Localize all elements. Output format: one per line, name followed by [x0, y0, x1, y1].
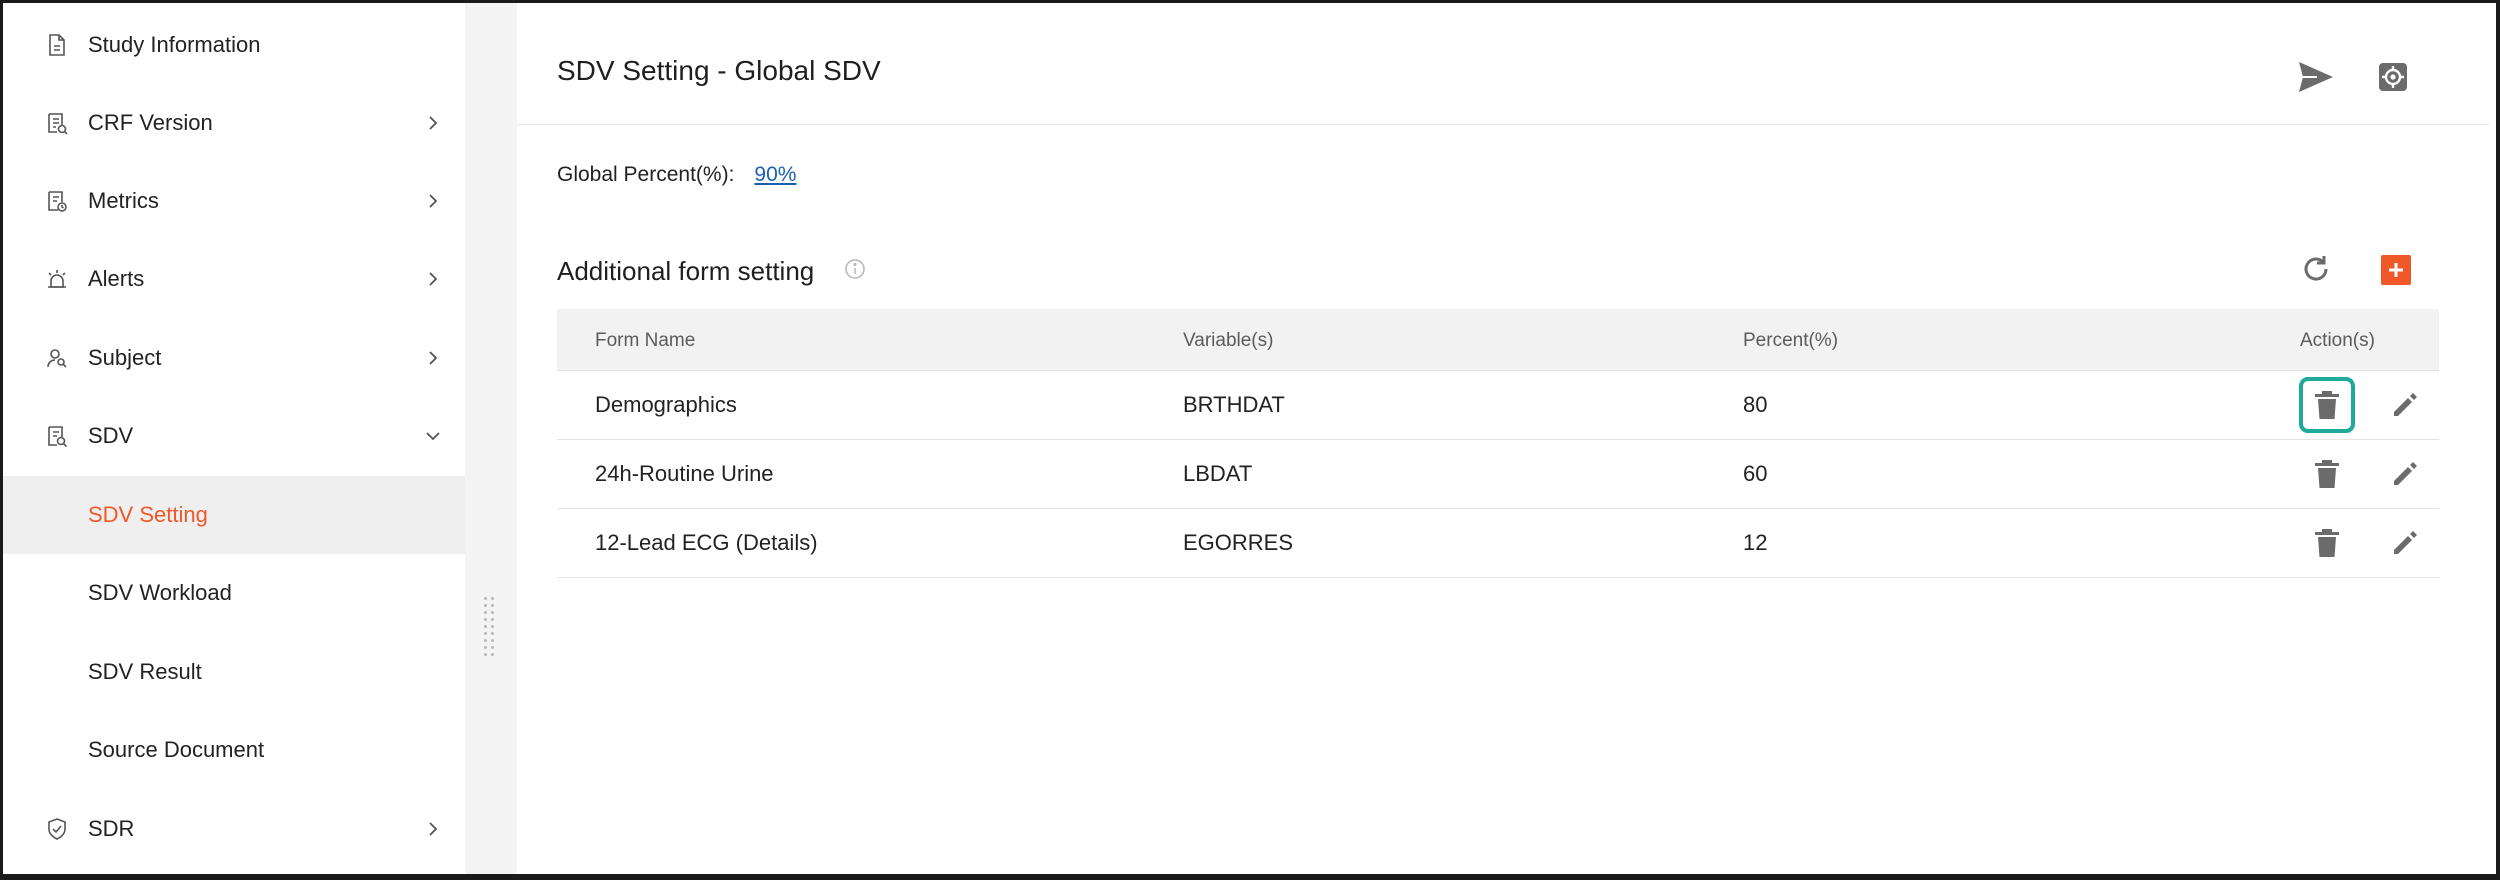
- delete-button[interactable]: [2307, 523, 2347, 563]
- sidebar-item-sdv[interactable]: SDV: [3, 397, 465, 475]
- chevron-right-icon: [421, 189, 445, 213]
- sidebar-item-sdv-workload[interactable]: SDV Workload: [3, 554, 465, 632]
- sidebar-divider: [465, 3, 517, 874]
- sidebar-item-label: Study Information: [88, 32, 261, 57]
- pencil-icon: [2394, 462, 2417, 485]
- cell-form-name: Demographics: [595, 392, 737, 417]
- send-button[interactable]: [2296, 57, 2336, 97]
- sidebar-item-label: SDV Setting: [88, 502, 208, 527]
- sidebar-item-sdv-result[interactable]: SDV Result: [3, 633, 465, 711]
- trash-icon: [2315, 529, 2339, 557]
- sidebar-item-label: SDV: [88, 423, 134, 448]
- sidebar-item-subject[interactable]: Subject: [3, 319, 465, 397]
- settings-button[interactable]: [2373, 57, 2413, 97]
- plus-icon: [2389, 263, 2403, 277]
- subject-icon: [43, 344, 71, 372]
- cell-variables: BRTHDAT: [1183, 392, 1285, 417]
- delete-button[interactable]: [2299, 377, 2355, 433]
- table-row: Demographics BRTHDAT 80: [557, 371, 2439, 440]
- sidebar-item-label: CRF Version: [88, 110, 213, 135]
- edit-button[interactable]: [2385, 454, 2425, 494]
- cell-percent: 12: [1743, 530, 1768, 555]
- crf-version-icon: [43, 109, 71, 137]
- trash-icon: [2315, 391, 2339, 419]
- sidebar-item-label: Subject: [88, 345, 162, 370]
- refresh-icon: [2304, 256, 2328, 281]
- table-row: 24h-Routine Urine LBDAT 60: [557, 440, 2439, 509]
- table-header: Form Name Variable(s) Percent(%) Action(…: [557, 309, 2439, 371]
- page-header: SDV Setting - Global SDV: [517, 3, 2489, 125]
- gear-icon: [2379, 63, 2407, 91]
- pencil-icon: [2394, 393, 2417, 416]
- app-frame: Study Information CRF Version Metrics Al…: [0, 0, 2500, 880]
- sidebar-item-study-information[interactable]: Study Information: [3, 6, 465, 84]
- global-percent-link[interactable]: 90%: [754, 163, 796, 187]
- cell-form-name: 12-Lead ECG (Details): [595, 530, 818, 555]
- cell-percent: 60: [1743, 461, 1768, 486]
- info-icon[interactable]: [843, 257, 867, 281]
- sidebar: Study Information CRF Version Metrics Al…: [3, 3, 481, 874]
- sidebar-item-label: Source Document: [88, 737, 265, 762]
- sidebar-item-metrics[interactable]: Metrics: [3, 162, 465, 240]
- shield-check-icon: [43, 815, 71, 843]
- refresh-button[interactable]: [2298, 251, 2334, 287]
- cell-percent: 80: [1743, 392, 1768, 417]
- chevron-right-icon: [421, 111, 445, 135]
- sidebar-item-sdv-setting[interactable]: SDV Setting: [3, 476, 465, 554]
- global-percent-row: Global Percent(%): 90%: [557, 163, 796, 187]
- chevron-down-icon: [421, 424, 445, 448]
- alarm-icon: [43, 265, 71, 293]
- global-percent-label: Global Percent(%):: [557, 163, 735, 186]
- sidebar-item-crf-version[interactable]: CRF Version: [3, 84, 465, 162]
- column-header-actions: Action(s): [2300, 330, 2375, 351]
- sidebar-item-label: Metrics: [88, 188, 159, 213]
- pencil-icon: [2394, 531, 2417, 554]
- column-header-percent: Percent(%): [1743, 330, 1839, 351]
- delete-button[interactable]: [2307, 454, 2347, 494]
- column-header-variables: Variable(s): [1183, 330, 1274, 351]
- sidebar-item-sdr[interactable]: SDR: [3, 790, 465, 868]
- sdv-icon: [43, 422, 71, 450]
- sidebar-item-label: SDR: [88, 816, 135, 841]
- sidebar-item-label: SDV Workload: [88, 580, 232, 605]
- cell-variables: LBDAT: [1183, 461, 1253, 486]
- document-icon: [43, 31, 71, 59]
- sidebar-item-alerts[interactable]: Alerts: [3, 240, 465, 318]
- edit-button[interactable]: [2385, 385, 2425, 425]
- form-setting-table: Form Name Variable(s) Percent(%) Action(…: [557, 309, 2439, 578]
- trash-icon: [2315, 460, 2339, 488]
- chevron-right-icon: [421, 346, 445, 370]
- section-title: Additional form setting: [557, 256, 815, 286]
- add-form-setting-button[interactable]: [2381, 255, 2411, 285]
- cell-form-name: 24h-Routine Urine: [595, 461, 774, 486]
- metrics-icon: [43, 187, 71, 215]
- page-title: SDV Setting - Global SDV: [557, 55, 881, 86]
- column-header-form-name: Form Name: [595, 330, 696, 351]
- send-icon: [2299, 62, 2333, 92]
- table-row: 12-Lead ECG (Details) EGORRES 12: [557, 509, 2439, 578]
- sidebar-item-label: SDV Result: [88, 659, 202, 684]
- edit-button[interactable]: [2385, 523, 2425, 563]
- resize-handle[interactable]: [484, 597, 494, 656]
- chevron-right-icon: [421, 267, 445, 291]
- cell-variables: EGORRES: [1183, 530, 1294, 555]
- chevron-right-icon: [421, 817, 445, 841]
- main-content: SDV Setting - Global SDV Global Percent(…: [517, 3, 2489, 874]
- sidebar-item-label: Alerts: [88, 266, 145, 291]
- sidebar-item-source-document[interactable]: Source Document: [3, 711, 465, 789]
